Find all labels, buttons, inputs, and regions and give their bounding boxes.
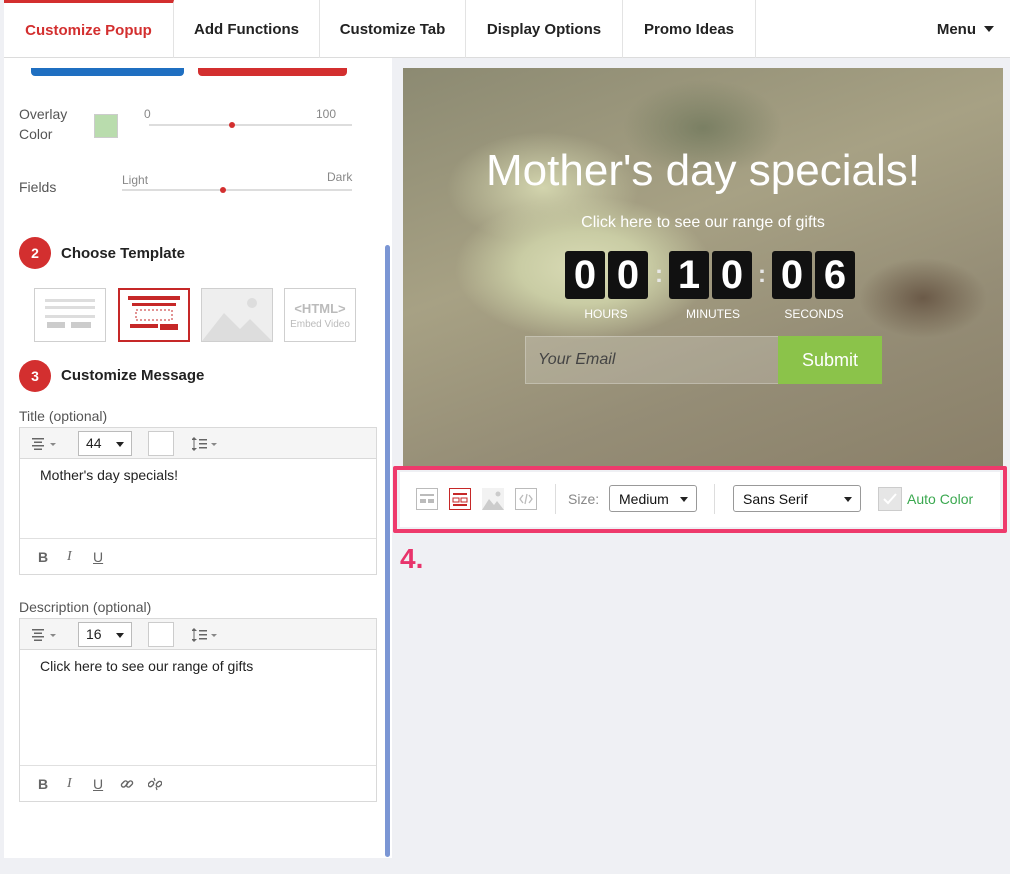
bold-button[interactable]: B bbox=[38, 549, 48, 565]
tab-add-functions[interactable]: Add Functions bbox=[174, 0, 320, 58]
title-color-picker[interactable] bbox=[148, 431, 174, 456]
countdown-minutes-label: MINUTES bbox=[686, 307, 740, 321]
tab-display-options[interactable]: Display Options bbox=[466, 0, 623, 58]
overlay-color-label: Overlay Color bbox=[19, 106, 68, 142]
settings-panel: Overlay Color 0 100 Fields Light Dark 2 … bbox=[4, 58, 392, 858]
preview-title[interactable]: Mother's day specials! bbox=[403, 146, 1003, 196]
tab-promo-ideas[interactable]: Promo Ideas bbox=[623, 0, 756, 58]
countdown-digit: 6 bbox=[815, 251, 855, 299]
underline-button[interactable]: U bbox=[93, 549, 103, 565]
fields-light-label: Light bbox=[122, 173, 149, 187]
description-color-picker[interactable] bbox=[148, 622, 174, 647]
template-option-image[interactable] bbox=[201, 288, 273, 342]
fields-label: Fields bbox=[19, 179, 57, 195]
unlink-icon[interactable] bbox=[148, 777, 162, 791]
overlay-max-label: 100 bbox=[316, 107, 337, 121]
step-4-annotation: 4. bbox=[400, 543, 424, 574]
bold-button[interactable]: B bbox=[38, 776, 48, 792]
html-template-sublabel: Embed Video bbox=[290, 319, 350, 330]
underline-button[interactable]: U bbox=[93, 776, 103, 792]
line-height-icon[interactable] bbox=[192, 628, 220, 642]
html-template-label: <HTML> bbox=[294, 301, 346, 316]
overlay-slider-track[interactable] bbox=[149, 124, 352, 126]
countdown-seconds-label: SECONDS bbox=[784, 307, 844, 321]
title-editor[interactable]: 44 Mother's day specials! B I U bbox=[19, 427, 377, 575]
overlay-slider-knob[interactable] bbox=[229, 122, 235, 128]
countdown-hours-label: HOURS bbox=[584, 307, 628, 321]
top-tab-bar: Customize Popup Add Functions Customize … bbox=[4, 0, 1010, 58]
red-action-button[interactable] bbox=[198, 68, 347, 76]
description-editor-text[interactable]: Click here to see our range of gifts bbox=[20, 650, 376, 682]
title-editor-toolbar: 44 bbox=[20, 428, 376, 459]
email-input[interactable]: Your Email bbox=[525, 336, 779, 384]
description-field-label: Description (optional) bbox=[19, 599, 152, 615]
popup-preview: Mother's day specials! Click here to see… bbox=[403, 68, 1003, 466]
chevron-down-icon bbox=[116, 633, 124, 638]
title-editor-format-bar: B I U bbox=[20, 538, 376, 574]
overlay-color-swatch[interactable] bbox=[94, 114, 118, 138]
template-option-countdown[interactable] bbox=[118, 288, 190, 342]
description-font-size-select[interactable]: 16 bbox=[78, 622, 132, 647]
overlay-min-label: 0 bbox=[144, 107, 151, 121]
description-editor-format-bar: B I U bbox=[20, 765, 376, 801]
description-font-size-value: 16 bbox=[86, 626, 102, 642]
caret-down-icon bbox=[984, 26, 994, 32]
choose-template-heading: Choose Template bbox=[61, 245, 185, 262]
countdown-colon: : bbox=[655, 261, 663, 288]
align-icon[interactable] bbox=[32, 438, 58, 450]
template-option-html[interactable]: <HTML> Embed Video bbox=[284, 288, 356, 342]
title-editor-text[interactable]: Mother's day specials! bbox=[20, 459, 376, 491]
step-2-badge: 2 bbox=[19, 237, 51, 269]
customize-message-heading: Customize Message bbox=[61, 367, 205, 384]
italic-button[interactable]: I bbox=[67, 776, 72, 792]
chevron-down-icon bbox=[116, 442, 124, 447]
countdown-digit: 0 bbox=[608, 251, 648, 299]
description-editor[interactable]: 16 Click here to see our range of gifts … bbox=[19, 618, 377, 802]
preview-description[interactable]: Click here to see our range of gifts bbox=[403, 214, 1003, 232]
highlight-box bbox=[393, 466, 1007, 533]
countdown-colon: : bbox=[758, 261, 766, 288]
menu-dropdown[interactable]: Menu bbox=[937, 0, 994, 58]
title-field-label: Title (optional) bbox=[19, 408, 108, 424]
countdown-digit: 0 bbox=[712, 251, 752, 299]
countdown-digit: 0 bbox=[565, 251, 605, 299]
tab-customize-tab[interactable]: Customize Tab bbox=[320, 0, 466, 58]
fields-dark-label: Dark bbox=[327, 170, 353, 184]
blue-action-button[interactable] bbox=[31, 68, 184, 76]
line-height-icon[interactable] bbox=[192, 437, 220, 451]
panel-scrollbar[interactable] bbox=[385, 245, 390, 857]
italic-button[interactable]: I bbox=[67, 549, 72, 565]
description-editor-toolbar: 16 bbox=[20, 619, 376, 650]
fields-slider-track[interactable] bbox=[122, 189, 352, 191]
step-3-badge: 3 bbox=[19, 360, 51, 392]
title-font-size-value: 44 bbox=[86, 435, 102, 451]
tab-customize-popup[interactable]: Customize Popup bbox=[4, 0, 174, 58]
fields-slider-knob[interactable] bbox=[220, 187, 226, 193]
countdown-digit: 0 bbox=[772, 251, 812, 299]
link-icon[interactable] bbox=[120, 777, 134, 791]
menu-label: Menu bbox=[936, 20, 976, 38]
template-option-basic[interactable] bbox=[34, 288, 106, 342]
countdown-digit: 1 bbox=[669, 251, 709, 299]
title-font-size-select[interactable]: 44 bbox=[78, 431, 132, 456]
align-icon[interactable] bbox=[32, 629, 58, 641]
submit-button[interactable]: Submit bbox=[778, 336, 882, 384]
